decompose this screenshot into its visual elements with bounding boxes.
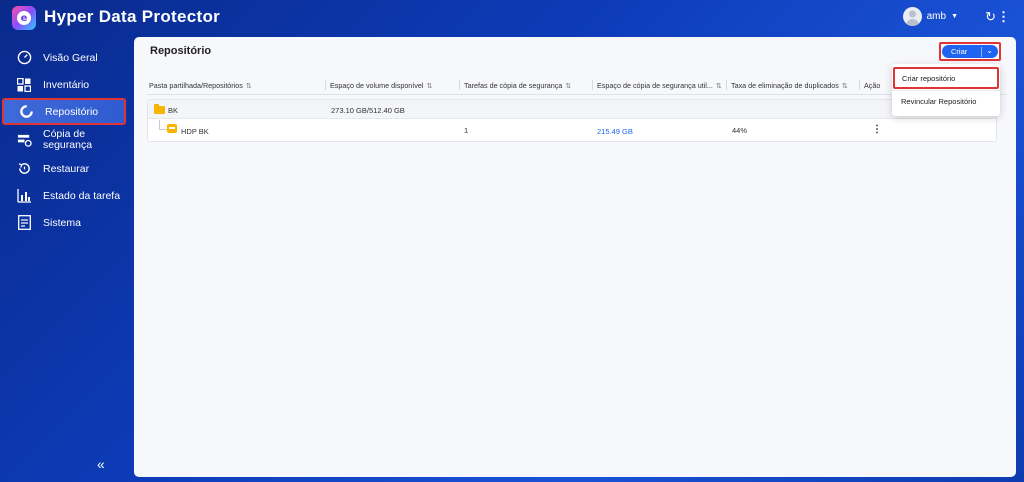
column-header-label: Pasta partilhada/Repositórios <box>149 81 243 90</box>
column-header-label: Espaço de cópia de segurança util... <box>597 81 713 90</box>
column-header-backup-space[interactable]: Espaço de cópia de segurança util... ⇅ <box>592 80 722 90</box>
sidebar-item-repository[interactable]: Repositório <box>2 98 126 125</box>
table-row-group: BK 273.10 GB/512.40 GB HDP BK 1 215.49 G… <box>147 99 997 142</box>
repository-name[interactable]: HDP BK <box>181 127 209 136</box>
create-button[interactable]: Criar ⌄ <box>942 45 998 58</box>
backup-tasks-value: 1 <box>464 126 469 135</box>
volume-space-value: 273.10 GB/512.40 GB <box>331 106 405 115</box>
sidebar-item-label: Cópia de segurança <box>43 128 93 151</box>
document-icon <box>16 215 32 231</box>
column-header-backup-tasks[interactable]: Tarefas de cópia de segurança ⇅ <box>459 80 571 90</box>
column-divider <box>325 80 326 90</box>
create-dropdown-menu: Criar repositório Revincular Repositório <box>892 64 1000 116</box>
bar-chart-icon <box>16 188 32 204</box>
app-title: Hyper Data Protector <box>44 7 221 26</box>
sidebar-item-label: Restaurar <box>43 162 90 175</box>
sidebar-item-restore[interactable]: Restaurar <box>0 155 130 182</box>
page-title: Repositório <box>150 45 212 57</box>
sidebar-item-label: Sistema <box>43 216 81 229</box>
collapse-sidebar-icon[interactable]: « <box>97 456 105 472</box>
user-menu[interactable]: amb ▼ <box>902 7 958 26</box>
sort-icon[interactable]: ⇅ <box>842 82 848 90</box>
button-divider <box>981 47 982 57</box>
sort-icon[interactable]: ⇅ <box>427 82 433 90</box>
column-header-label: Taxa de eliminação de duplicados <box>731 81 839 90</box>
menu-item-relink-repository[interactable]: Revincular Repositório <box>892 90 1000 112</box>
more-vertical-icon[interactable]: ⋮ <box>997 9 1010 25</box>
main-panel: Repositório Criar ⌄ Pasta partilhada/Rep… <box>134 37 1016 477</box>
user-name[interactable]: amb <box>927 11 946 22</box>
caret-down-icon[interactable]: ▼ <box>951 13 958 20</box>
backup-space-value[interactable]: 215.49 GB <box>597 127 633 136</box>
avatar[interactable] <box>902 7 922 26</box>
sort-icon[interactable]: ⇅ <box>565 82 571 90</box>
sidebar-item-label: Estado da tarefa <box>43 189 121 202</box>
repository-ring-icon <box>18 104 34 120</box>
restore-icon <box>16 161 32 177</box>
sidebar-item-label: Repositório <box>45 105 99 118</box>
app-logo-letter: e <box>17 11 31 25</box>
column-header-volume-space[interactable]: Espaço de volume disponível ⇅ <box>325 80 433 90</box>
app-header: e Hyper Data Protector amb ▼ ↻ ⋮ <box>0 0 1024 36</box>
column-header-label: Ação <box>864 81 881 90</box>
column-header-folder[interactable]: Pasta partilhada/Repositórios ⇅ <box>149 81 252 90</box>
sidebar: Visão Geral Inventário Repositório Cópia… <box>0 44 130 236</box>
refresh-icon[interactable]: ↻ <box>985 9 996 25</box>
column-divider <box>859 80 860 90</box>
create-button-label: Criar <box>951 47 968 56</box>
folder-icon <box>154 104 165 114</box>
column-header-action: Ação <box>859 80 881 90</box>
column-header-dedup-rate[interactable]: Taxa de eliminação de duplicados ⇅ <box>726 80 848 90</box>
sidebar-item-system[interactable]: Sistema <box>0 209 130 236</box>
sidebar-item-backup[interactable]: Cópia de segurança <box>0 125 130 155</box>
table-header: Pasta partilhada/Repositórios ⇅ Espaço de… <box>147 77 1007 95</box>
sidebar-item-label: Inventário <box>43 78 90 91</box>
grid-icon <box>16 77 32 93</box>
app-logo: e <box>12 6 36 30</box>
sidebar-item-label: Visão Geral <box>43 51 98 64</box>
table-row-folder[interactable]: BK 273.10 GB/512.40 GB <box>148 100 996 119</box>
folder-name: BK <box>168 106 179 115</box>
column-header-label: Tarefas de cópia de segurança <box>464 81 563 90</box>
backup-icon <box>16 132 32 148</box>
column-divider <box>726 80 727 90</box>
gauge-icon <box>16 50 32 66</box>
column-divider <box>592 80 593 90</box>
sidebar-item-task-status[interactable]: Estado da tarefa <box>0 182 130 209</box>
menu-item-create-repository[interactable]: Criar repositório <box>893 67 999 89</box>
sidebar-item-overview[interactable]: Visão Geral <box>0 44 130 71</box>
dedup-rate-value: 44% <box>732 126 748 135</box>
sort-icon[interactable]: ⇅ <box>246 82 252 90</box>
table-row-repository[interactable]: HDP BK 1 215.49 GB 44% ⋮ <box>148 120 996 141</box>
column-header-label: Espaço de volume disponível <box>330 81 424 90</box>
column-divider <box>459 80 460 90</box>
create-button-highlight: Criar ⌄ <box>939 42 1001 61</box>
row-actions-icon[interactable]: ⋮ <box>872 124 882 135</box>
sort-icon[interactable]: ⇅ <box>716 82 722 90</box>
chevron-down-icon[interactable]: ⌄ <box>986 46 993 55</box>
sidebar-item-inventory[interactable]: Inventário <box>0 71 130 98</box>
